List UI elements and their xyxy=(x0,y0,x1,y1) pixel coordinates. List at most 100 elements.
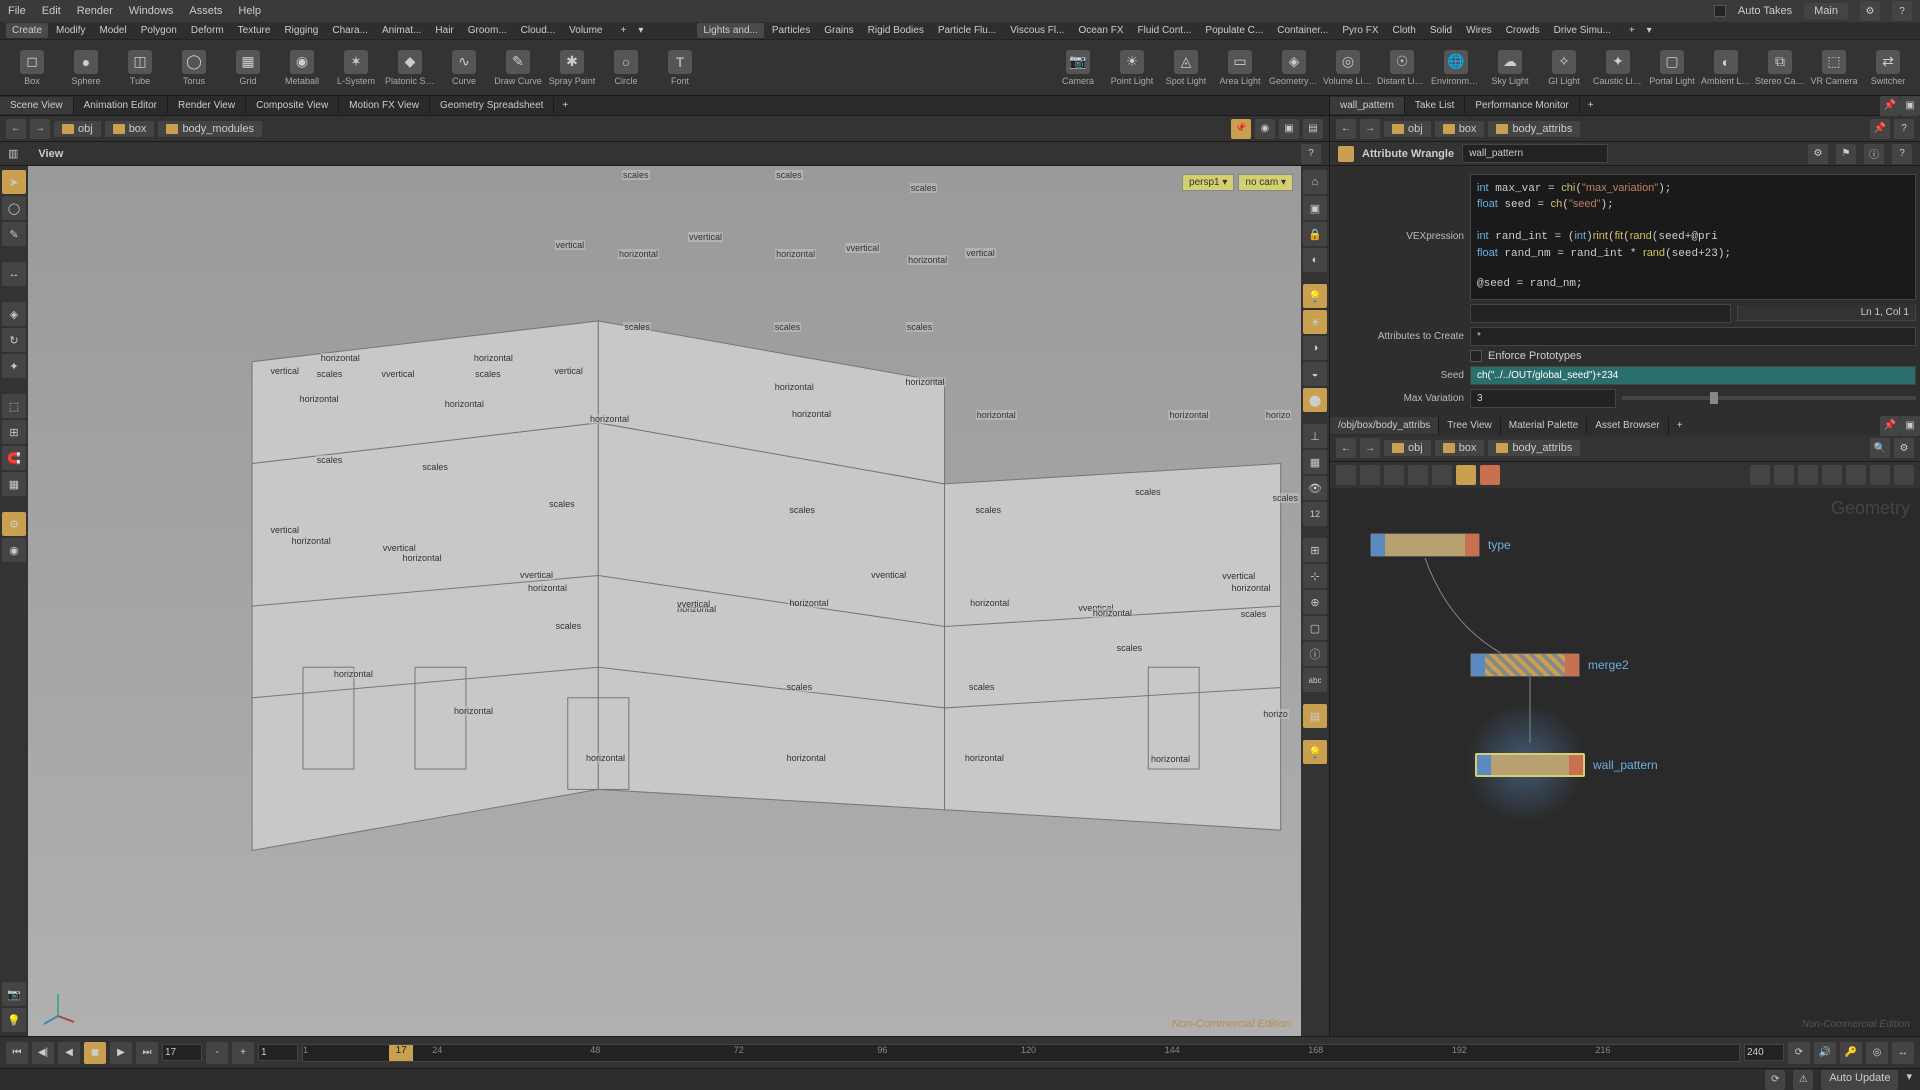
take-dropdown[interactable]: Main xyxy=(1804,3,1848,19)
shelf-tab[interactable]: Animat... xyxy=(376,23,427,38)
shelf-tab[interactable]: Viscous Fl... xyxy=(1004,23,1070,38)
net-layout-1-icon[interactable] xyxy=(1750,465,1770,485)
shelf-tab[interactable]: Cloth xyxy=(1387,23,1422,38)
net-tab-path[interactable]: /obj/box/body_attribs xyxy=(1330,417,1439,434)
gear-tool-icon[interactable]: ⚙ xyxy=(2,512,26,536)
crumb-box[interactable]: box xyxy=(105,121,155,137)
snap-tool-icon[interactable]: ⊞ xyxy=(2,420,26,444)
auto-takes-checkbox[interactable] xyxy=(1714,5,1726,17)
net-layout-2-icon[interactable] xyxy=(1774,465,1794,485)
timeline-cursor[interactable]: 17 xyxy=(389,1045,413,1061)
tl-plus-icon[interactable]: + xyxy=(232,1042,254,1064)
net-note-icon[interactable] xyxy=(1456,465,1476,485)
camera-tool-icon[interactable]: 📷 xyxy=(2,982,26,1006)
shelf-tool-metaball[interactable]: ◉Metaball xyxy=(276,50,328,86)
ao-icon[interactable]: ◒ xyxy=(1303,362,1327,386)
tl-start-frame[interactable] xyxy=(258,1044,298,1061)
tl-realtime-icon[interactable]: ⟳ xyxy=(1788,1042,1810,1064)
magnet-tool-icon[interactable]: 🧲 xyxy=(2,446,26,470)
shelf-tool-point light[interactable]: ☀Point Light xyxy=(1106,50,1158,86)
node-name-field[interactable] xyxy=(1462,144,1608,163)
net-tree-icon[interactable] xyxy=(1432,465,1452,485)
tl-last-icon[interactable]: ⏭ xyxy=(136,1042,158,1064)
handle-tool-icon[interactable]: ⬚ xyxy=(2,394,26,418)
hidden-icon[interactable]: 👁 xyxy=(1303,476,1327,500)
bulb-icon[interactable]: 💡 xyxy=(1303,740,1327,764)
net-nav-fwd-icon[interactable]: → xyxy=(1360,438,1380,458)
nav-fwd-icon[interactable]: → xyxy=(30,119,50,139)
shelf-tab[interactable]: Deform xyxy=(185,23,230,38)
grid-icon[interactable]: ⊞ xyxy=(1303,538,1327,562)
abc-icon[interactable]: abc xyxy=(1303,668,1327,692)
lock-icon[interactable]: 🔒 xyxy=(1303,222,1327,246)
shelf-tool-switcher[interactable]: ⇄Switcher xyxy=(1862,50,1914,86)
shelf-tab[interactable]: Ocean FX xyxy=(1072,23,1129,38)
help-parm-icon[interactable]: ? xyxy=(1892,144,1912,164)
shelf-add-right[interactable]: + xyxy=(1629,25,1635,36)
net-layout-3-icon[interactable] xyxy=(1798,465,1818,485)
parm-pin-icon[interactable]: 📌 xyxy=(1870,119,1890,139)
viewport-help-icon[interactable]: ? xyxy=(1301,144,1321,164)
net-settings-icon[interactable] xyxy=(1894,465,1914,485)
view-opt-2-icon[interactable]: ▣ xyxy=(1279,119,1299,139)
wireframe-icon[interactable]: ▦ xyxy=(1303,450,1327,474)
tab-perf-monitor[interactable]: Performance Monitor xyxy=(1465,97,1579,114)
view-opt-3-icon[interactable]: ▤ xyxy=(1303,119,1323,139)
shelf-tab[interactable]: Wires xyxy=(1460,23,1498,38)
net-list-icon[interactable] xyxy=(1336,465,1356,485)
pane-tab[interactable]: Composite View xyxy=(246,97,339,114)
tab-take-list[interactable]: Take List xyxy=(1405,97,1465,114)
enforce-checkbox[interactable] xyxy=(1470,350,1482,362)
shelf-tool-ambient lig...[interactable]: ◐Ambient Lig... xyxy=(1700,50,1752,86)
lasso-tool-icon[interactable]: ◯ xyxy=(2,196,26,220)
shelf-tab[interactable]: Texture xyxy=(232,23,277,38)
view-menu-icon[interactable]: ▥ xyxy=(8,147,18,160)
shelf-tool-gi light[interactable]: ✧GI Light xyxy=(1538,50,1590,86)
node-wall-pattern[interactable]: wall_pattern xyxy=(1475,753,1658,777)
shelf-tool-area light[interactable]: ▭Area Light xyxy=(1214,50,1266,86)
shelf-tab[interactable]: Rigid Bodies xyxy=(862,23,930,38)
shelf-tool-environmen...[interactable]: 🌐Environmen... xyxy=(1430,50,1482,86)
tl-minus-icon[interactable]: - xyxy=(206,1042,228,1064)
shelf-tab[interactable]: Chara... xyxy=(326,23,374,38)
menu-settings-icon[interactable]: ⚙ xyxy=(1860,1,1880,21)
tl-play-back-icon[interactable]: ◀ xyxy=(58,1042,80,1064)
view-opt-1-icon[interactable]: ◉ xyxy=(1255,119,1275,139)
node-type[interactable]: type xyxy=(1370,533,1511,557)
net-pin-icon[interactable]: 📌 xyxy=(1880,416,1900,436)
net-nav-back-icon[interactable]: ← xyxy=(1336,438,1356,458)
brush-tool-icon[interactable]: ✎ xyxy=(2,222,26,246)
shelf-tool-sphere[interactable]: ●Sphere xyxy=(60,50,112,86)
shelf-tab[interactable]: Populate C... xyxy=(1199,23,1269,38)
shelf-tab[interactable]: Solid xyxy=(1424,23,1458,38)
shelf-tool-camera[interactable]: 📷Camera xyxy=(1052,50,1104,86)
pane-pin-icon[interactable]: 📌 xyxy=(1880,96,1900,116)
shelf-tab[interactable]: Fluid Cont... xyxy=(1132,23,1198,38)
net-tab-tree[interactable]: Tree View xyxy=(1439,417,1500,434)
net-opts-icon[interactable]: ⚙ xyxy=(1894,438,1914,458)
tl-range-icon[interactable]: ↔ xyxy=(1892,1042,1914,1064)
menu-help[interactable]: Help xyxy=(238,5,261,17)
shelf-tab[interactable]: Lights and... xyxy=(697,23,763,38)
pane-tab[interactable]: Scene View xyxy=(0,97,74,114)
net-sheet-icon[interactable] xyxy=(1408,465,1428,485)
pane-tab-add[interactable]: + xyxy=(554,97,576,114)
net-max-icon[interactable]: ▣ xyxy=(1900,416,1920,436)
menu-windows[interactable]: Windows xyxy=(129,5,174,17)
pin-icon[interactable]: 📌 xyxy=(1231,119,1251,139)
ruler-12-icon[interactable]: 12 xyxy=(1303,502,1327,526)
tl-first-icon[interactable]: ⏮ xyxy=(6,1042,28,1064)
shelf-tab[interactable]: Pyro FX xyxy=(1336,23,1384,38)
parm-nav-fwd-icon[interactable]: → xyxy=(1360,119,1380,139)
shelf-tool-tube[interactable]: ◫Tube xyxy=(114,50,166,86)
rotate-tool-icon[interactable]: ↻ xyxy=(2,328,26,352)
shelf-tab[interactable]: Volume xyxy=(563,23,608,38)
origin-icon[interactable]: ⊕ xyxy=(1303,590,1327,614)
net-find-icon[interactable]: 🔍 xyxy=(1870,438,1890,458)
shelf-tab[interactable]: Polygon xyxy=(135,23,183,38)
headlight-icon[interactable]: ☀ xyxy=(1303,310,1327,334)
pane-tab-add[interactable]: + xyxy=(1580,97,1602,114)
vex-code-editor[interactable]: int max_var = chi("max_variation"); floa… xyxy=(1470,174,1916,300)
pane-tab[interactable]: Animation Editor xyxy=(74,97,168,114)
parm-help-icon[interactable]: ? xyxy=(1894,119,1914,139)
